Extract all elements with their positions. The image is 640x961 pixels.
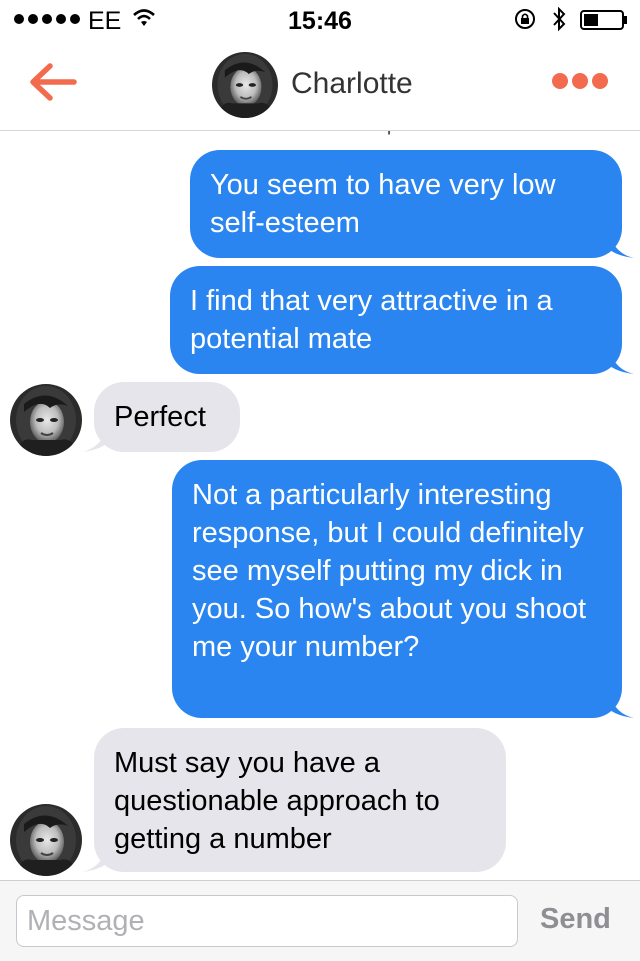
composer-bar: Send <box>0 880 640 961</box>
battery-icon <box>580 10 627 30</box>
message-text: You seem to have very low self-esteem <box>210 169 556 239</box>
more-icon[interactable] <box>552 73 608 89</box>
status-time: 15:46 <box>288 7 352 35</box>
sent-message-bubble[interactable]: Not a particularly interesting response,… <box>172 460 634 718</box>
sent-message-bubble[interactable]: You seem to have very low self-esteem <box>190 150 634 258</box>
message-text: I find that very attractive in a potenti… <box>190 285 553 355</box>
lock-rotation-icon <box>515 9 535 29</box>
status-bar: EE 15:46 <box>0 0 640 40</box>
contact-name[interactable]: Charlotte <box>291 67 413 101</box>
sent-message-bubble[interactable]: I find that very attractive in a potenti… <box>170 266 634 374</box>
received-message-bubble[interactable]: Must say you have a questionable approac… <box>82 728 506 872</box>
message-text: Must say you have a questionable approac… <box>114 747 440 855</box>
message-text: Not a particularly interesting response,… <box>192 479 587 663</box>
back-arrow-icon[interactable] <box>26 60 78 104</box>
sender-avatar[interactable] <box>10 384 82 456</box>
nav-bar: Charlotte <box>0 40 640 131</box>
sender-avatar[interactable] <box>10 804 82 876</box>
contact-avatar[interactable] <box>212 52 278 118</box>
received-message-bubble[interactable]: Perfect <box>82 382 240 452</box>
message-text: Perfect <box>114 401 206 433</box>
send-button[interactable]: Send <box>540 903 611 936</box>
message-input[interactable] <box>16 895 518 947</box>
bluetooth-icon <box>553 6 566 32</box>
